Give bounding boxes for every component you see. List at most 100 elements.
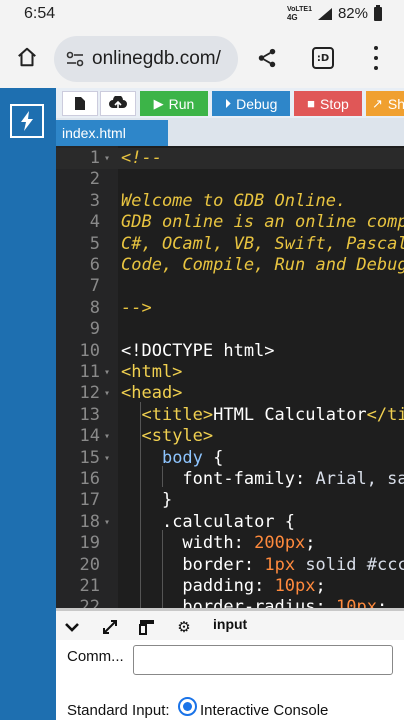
chevron-down-icon[interactable] (63, 618, 81, 636)
share-label: Sh (387, 95, 404, 112)
stop-button[interactable]: ■ Stop (294, 91, 362, 116)
code-line[interactable]: 7 (56, 276, 404, 297)
fold-toggle-icon[interactable]: ▾ (104, 362, 110, 383)
code-line[interactable]: 16 font-family: Arial, sans-serif (56, 469, 404, 490)
status-bar: 6:54 VoLTE1 4G 82% (0, 0, 404, 30)
battery-percent: 82% (337, 5, 368, 22)
code-line[interactable]: 15 ▾ body { (56, 448, 404, 469)
code-editor[interactable]: 1 ▾ <!-- 2 3 Welcome to GDB Online. 4 GDB onlin… (56, 146, 404, 608)
fold-toggle-icon[interactable]: ▾ (104, 426, 110, 447)
expand-icon[interactable] (101, 618, 119, 636)
code-text: <title>HTML Calculator</title> (141, 404, 404, 425)
code-text: Welcome to GDB Online. (121, 190, 347, 211)
code-text: padding: 10px; (182, 576, 326, 596)
code-line[interactable]: 3 Welcome to GDB Online. (56, 191, 404, 212)
code-line[interactable]: 21 padding: 10px; (56, 576, 404, 597)
address-bar[interactable]: onlinegdb.com/ (54, 36, 238, 82)
code-line[interactable]: 1 ▾ <!-- (56, 148, 404, 170)
play-icon: ▶ (153, 95, 164, 111)
run-button[interactable]: ▶ Run (140, 91, 208, 116)
line-number: 1 (89, 148, 100, 168)
code-line[interactable]: 10 <!DOCTYPE html> (56, 341, 404, 362)
code-line[interactable]: 8 --> (56, 298, 404, 319)
line-number: 21 (79, 576, 100, 596)
code-line[interactable]: 9 (56, 319, 404, 340)
debug-button[interactable]: ⏵ Debug (212, 91, 290, 116)
network-bottom: 4G (286, 12, 298, 22)
code-text: font-family: Arial, sans-serif (182, 469, 404, 489)
gear-icon[interactable]: ⚙ (175, 618, 193, 636)
home-icon[interactable] (16, 46, 38, 68)
line-number: 22 (79, 597, 100, 608)
interactive-console-label[interactable]: Interactive Console (200, 702, 328, 719)
code-line[interactable]: 20 border: 1px solid #ccc (56, 555, 404, 576)
code-line[interactable]: 11 ▾ <html> (56, 362, 404, 383)
line-number: 4 (89, 212, 100, 233)
code-line[interactable]: 14 ▾ <style> (56, 426, 404, 447)
fold-toggle-icon[interactable]: ▾ (104, 448, 110, 469)
code-text: <head> (121, 383, 183, 404)
file-tab-bar: index.html (56, 118, 404, 146)
code-line[interactable]: 13 <title>HTML Calculator</title> (56, 405, 404, 426)
line-number: 20 (79, 554, 100, 575)
command-line-input[interactable] (133, 645, 393, 675)
code-text: border-radius: 10px; (182, 597, 388, 608)
site-settings-icon[interactable] (66, 51, 84, 67)
ide-toolbar: ▶ Run ⏵ Debug ■ Stop ↗ Sh (56, 88, 404, 118)
signal-icon (317, 7, 332, 20)
code-line[interactable]: 22 border-radius: 10px; (56, 597, 404, 608)
line-number: 2 (89, 169, 100, 190)
overflow-menu-icon[interactable] (372, 46, 380, 70)
interactive-console-radio[interactable] (178, 697, 197, 716)
code-text: <style> (141, 426, 214, 447)
code-text: <!DOCTYPE html> (121, 340, 275, 361)
code-text: .calculator { (161, 511, 296, 532)
code-line[interactable]: 12 ▾ <head> (56, 383, 404, 404)
layout-icon[interactable] (138, 618, 156, 636)
left-rail (0, 88, 56, 720)
line-number: 9 (89, 319, 100, 340)
code-line[interactable]: 2 (56, 169, 404, 190)
code-line[interactable]: 19 width: 200px; (56, 533, 404, 554)
code-text: } (161, 490, 173, 511)
io-panel: Comm... Standard Input: Interactive Cons… (56, 640, 404, 720)
line-number: 12 (79, 383, 100, 404)
browser-toolbar: onlinegdb.com/ :D (0, 30, 404, 88)
fold-toggle-icon[interactable]: ▾ (104, 512, 110, 533)
run-label: Run (168, 95, 195, 112)
fold-toggle-icon[interactable]: ▾ (104, 383, 110, 404)
debug-label: Debug (236, 95, 278, 112)
code-text: <html> (121, 362, 183, 382)
upload-button[interactable] (100, 91, 136, 116)
code-text: Code, Compile, Run and Debug (121, 255, 404, 275)
line-number: 18 (79, 511, 100, 532)
stop-icon: ■ (307, 96, 316, 111)
battery-icon (374, 4, 382, 21)
debug-icon: ⏵ (224, 95, 232, 111)
input-tab-label[interactable]: input (213, 616, 247, 632)
share-button[interactable]: ↗ Sh (366, 91, 404, 116)
code-line[interactable]: 5 C#, OCaml, VB, Swift, Pascal (56, 234, 404, 255)
line-number: 14 (79, 426, 100, 447)
status-indicators: VoLTE1 4G 82% (286, 4, 382, 22)
code-text: GDB online is an online compiler (121, 212, 404, 233)
tab-switcher-button[interactable]: :D (312, 47, 334, 69)
standard-input-label: Standard Input: (67, 702, 170, 719)
share-icon[interactable] (256, 47, 278, 69)
line-number: 5 (89, 233, 100, 254)
code-line[interactable]: 4 GDB online is an online compiler (56, 212, 404, 233)
line-number: 17 (79, 490, 100, 511)
code-line[interactable]: 17 } (56, 490, 404, 511)
code-text: --> (121, 297, 152, 318)
new-file-button[interactable] (62, 91, 98, 116)
fold-toggle-icon[interactable]: ▾ (104, 148, 110, 169)
code-line[interactable]: 6 Code, Compile, Run and Debug (56, 255, 404, 276)
tab-index-html[interactable]: index.html (56, 120, 168, 146)
code-line[interactable]: 18 ▾ .calculator { (56, 512, 404, 533)
line-number: 15 (79, 447, 100, 468)
indent-guide (162, 530, 163, 608)
stop-label: Stop (320, 95, 349, 112)
lightning-icon[interactable] (10, 104, 44, 138)
code-text: <!-- (121, 148, 162, 168)
line-number: 7 (89, 276, 100, 297)
